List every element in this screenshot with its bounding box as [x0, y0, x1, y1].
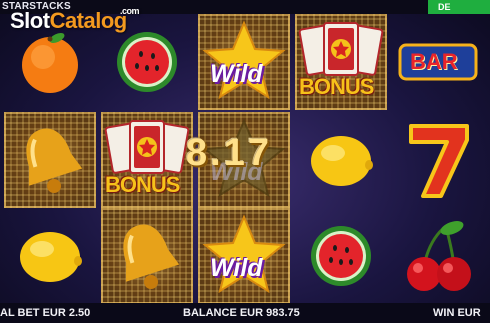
symbol-wild: Wild: [198, 14, 290, 110]
bonus-label: BONUS: [105, 172, 180, 197]
symbol-bonus: BONUS: [295, 14, 387, 110]
bonus-label: BONUS: [299, 74, 374, 99]
win-amount-display: 8.17: [186, 132, 272, 174]
wild-label: Wild: [210, 60, 263, 88]
symbol-cherries: [392, 208, 484, 304]
symbol-bar: BAR: [392, 14, 484, 110]
watermark-logo: SlotCatalog .com: [10, 6, 140, 34]
symbol-seven: [392, 112, 484, 208]
bell-icon: [26, 128, 83, 193]
symbol-lemon: [4, 208, 96, 304]
top-right-button[interactable]: DE: [428, 0, 490, 14]
symbol-lemon: [295, 112, 387, 208]
watermark-catalog: Catalog: [49, 8, 128, 33]
symbol-wild: Wild: [198, 208, 290, 304]
lemon-icon: [311, 136, 373, 186]
seven-icon: [409, 124, 469, 198]
reel-1: [4, 14, 96, 304]
slot-game-screen: STARSTACKS DE BONUS Wild Wild Wild BONUS…: [0, 0, 490, 323]
lemon-icon: [20, 232, 82, 282]
watermelon-icon: [117, 32, 177, 92]
watermelon-icon: [311, 226, 371, 286]
reel-2: BONUS: [101, 14, 193, 304]
orange-icon: [22, 33, 78, 93]
win-display: WIN EUR: [433, 307, 481, 319]
wild-label: Wild: [210, 254, 263, 282]
symbol-bell: [4, 112, 96, 208]
symbol-watermelon: [295, 208, 387, 304]
bottom-info-bar: AL BET EUR 2.50 BALANCE EUR 983.75 WIN E…: [0, 303, 490, 323]
reel-5: BAR: [392, 14, 484, 304]
watermark-slot: Slot: [10, 8, 50, 33]
bell-icon: [123, 224, 180, 289]
balance-display: BALANCE EUR 983.75: [183, 307, 300, 319]
symbol-bonus: BONUS: [101, 112, 193, 208]
watermark-com: .com: [120, 6, 140, 16]
reel-4: BONUS: [295, 14, 387, 304]
bar-label: BAR: [410, 49, 458, 74]
symbol-bell: [101, 208, 193, 304]
total-bet-display[interactable]: AL BET EUR 2.50: [0, 307, 90, 319]
cherries-icon: [407, 221, 471, 291]
